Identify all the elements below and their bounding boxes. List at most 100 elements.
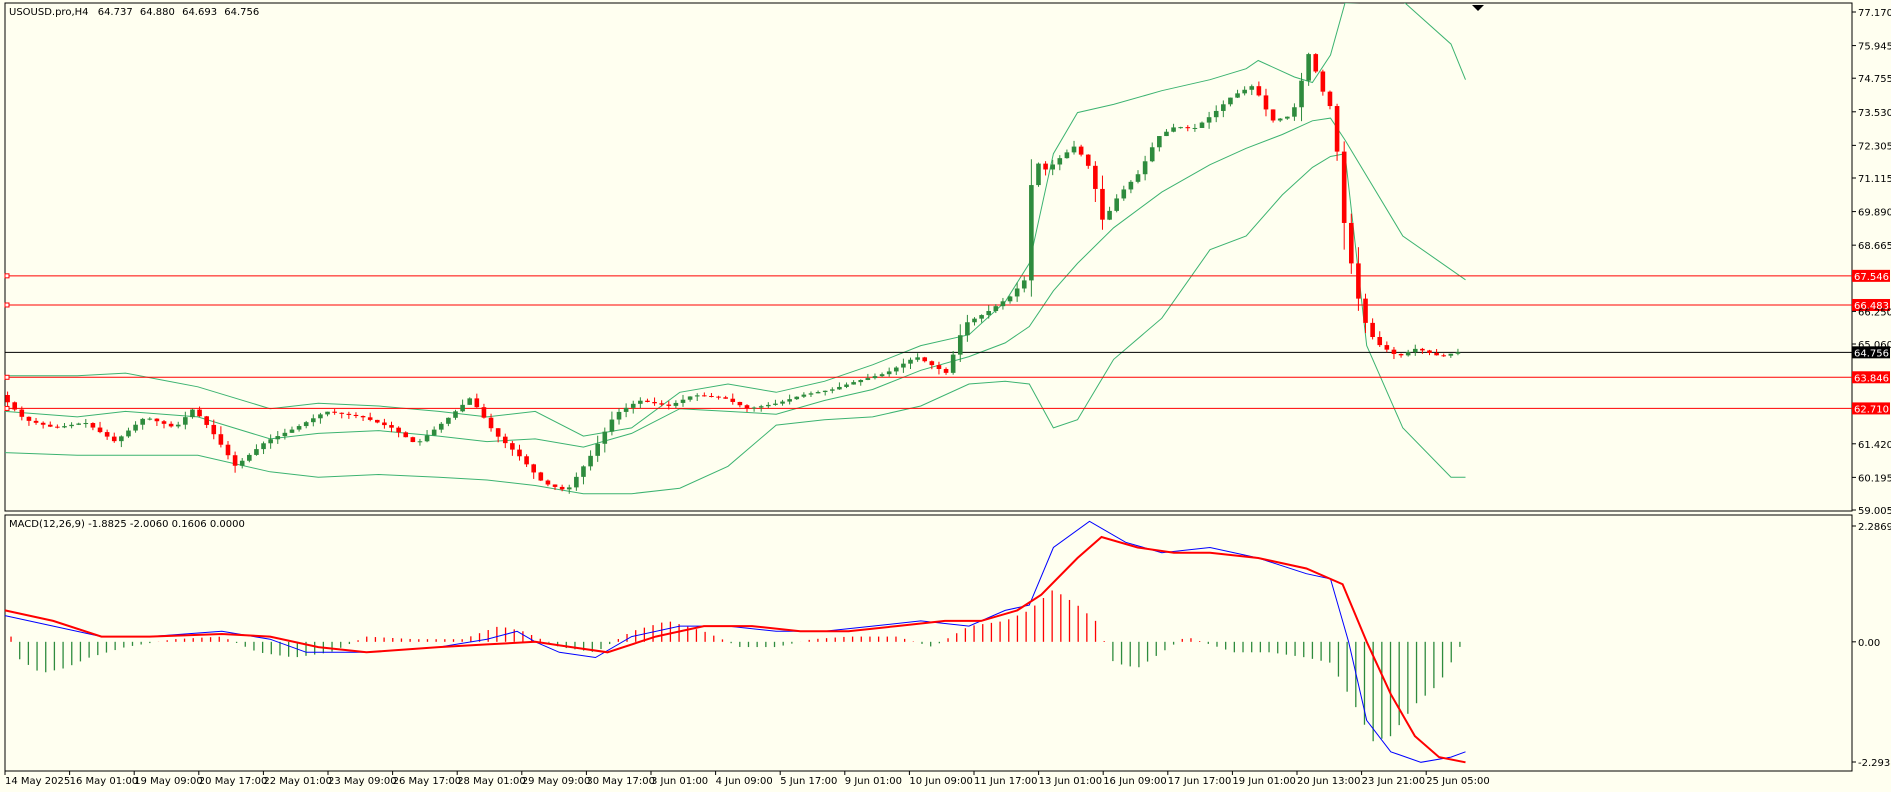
bear-candle — [97, 427, 103, 433]
bull-candle — [254, 449, 259, 455]
bull-candle — [1114, 198, 1119, 211]
price-tick-label: 68.665 — [1858, 241, 1891, 252]
bear-candle — [332, 411, 337, 413]
bull-candle — [993, 306, 999, 312]
time-tick-label: 4 Jun 09:00 — [716, 776, 773, 787]
bull-candle — [794, 396, 800, 400]
bear-candle — [161, 421, 167, 424]
bear-candle — [1384, 345, 1390, 350]
bull-candle — [431, 429, 437, 436]
bear-candle — [1363, 298, 1368, 323]
bull-candle — [815, 392, 821, 394]
trading-chart[interactable]: 67.54666.48363.84662.71064.756 77.17075.… — [0, 0, 1891, 792]
bull-candle — [1121, 189, 1127, 199]
bull-candle — [311, 418, 316, 423]
bull-candle — [325, 411, 330, 415]
bull-candle — [1228, 97, 1233, 105]
bear-candle — [552, 484, 558, 487]
bull-candle — [1007, 296, 1013, 302]
bull-candle — [1242, 89, 1247, 94]
bull-candle — [1128, 181, 1134, 190]
bear-candle — [737, 401, 743, 406]
bear-candle — [1441, 355, 1447, 357]
bear-candle — [211, 424, 217, 435]
bull-candle — [1071, 146, 1077, 153]
bull-candle — [296, 426, 302, 430]
bull-candle — [1235, 93, 1240, 98]
bear-candle — [517, 449, 522, 457]
bear-candle — [524, 456, 529, 465]
time-tick-label: 26 May 17:00 — [393, 776, 462, 787]
bear-candle — [531, 464, 537, 473]
bull-candle — [275, 436, 281, 440]
bull-candle — [886, 371, 892, 375]
bear-candle — [659, 403, 664, 405]
bear-candle — [1078, 146, 1084, 155]
level-handle — [4, 273, 10, 279]
bull-candle — [126, 430, 131, 437]
bull-candle — [446, 417, 451, 424]
bull-candle — [837, 386, 842, 390]
bull-candle — [687, 396, 693, 400]
bull-candle — [758, 406, 764, 408]
bull-candle — [673, 402, 679, 406]
bear-candle — [55, 426, 60, 428]
bear-candle — [197, 409, 202, 417]
bull-candle — [609, 419, 615, 432]
bear-candle — [1256, 86, 1262, 96]
bear-candle — [1370, 322, 1375, 338]
bull-candle — [1107, 210, 1112, 220]
bull-candle — [901, 363, 906, 368]
level-price-label: 63.846 — [1854, 373, 1889, 384]
bull-candle — [453, 411, 458, 418]
time-tick-label: 14 May 2025 — [5, 776, 70, 787]
bull-candle — [581, 466, 586, 477]
bull-candle — [83, 423, 89, 425]
time-tick-label: 3 Jun 01:00 — [651, 776, 708, 787]
bull-candle — [1135, 174, 1141, 182]
time-tick-label: 20 Jun 13:00 — [1297, 776, 1361, 787]
bear-candle — [1334, 106, 1340, 152]
price-tick-label: 61.420 — [1858, 440, 1891, 451]
bull-candle — [1050, 164, 1055, 170]
bear-candle — [19, 409, 25, 417]
time-tick-label: 25 Jun 05:00 — [1426, 776, 1490, 787]
bull-candle — [119, 436, 124, 442]
bear-candle — [1327, 91, 1333, 107]
price-tick-label: 69.890 — [1858, 208, 1891, 219]
bear-candle — [943, 368, 949, 373]
bear-candle — [353, 414, 359, 417]
bull-candle — [851, 382, 856, 385]
bull-candle — [623, 407, 629, 412]
bull-candle — [1178, 127, 1183, 129]
bull-candle — [1277, 118, 1283, 121]
bull-candle — [1285, 116, 1290, 119]
bear-candle — [382, 422, 387, 426]
bear-candle — [723, 397, 728, 399]
bull-candle — [133, 424, 138, 431]
bear-candle — [40, 422, 46, 425]
bear-candle — [403, 432, 409, 438]
bull-candle — [588, 455, 593, 467]
bull-candle — [175, 424, 181, 427]
time-tick-label: 19 Jun 01:00 — [1232, 776, 1296, 787]
bull-candle — [424, 435, 430, 442]
bull-candle — [140, 418, 145, 425]
bear-candle — [730, 398, 736, 402]
bull-candle — [183, 417, 188, 425]
bull-candle — [801, 394, 807, 397]
bear-candle — [374, 419, 380, 423]
bull-candle — [190, 409, 195, 418]
price-tick-label: 60.195 — [1858, 473, 1891, 484]
time-tick-label: 17 Jun 17:00 — [1168, 776, 1232, 787]
bear-candle — [154, 418, 160, 422]
bear-candle — [5, 394, 10, 403]
bull-candle — [1157, 136, 1162, 148]
price-tick-label: 66.250 — [1858, 307, 1891, 318]
bear-candle — [538, 472, 544, 481]
price-tick-label: 65.060 — [1858, 340, 1891, 351]
bull-candle — [62, 426, 67, 428]
bull-candle — [844, 384, 849, 387]
bear-candle — [26, 416, 32, 421]
bear-candle — [232, 455, 238, 466]
